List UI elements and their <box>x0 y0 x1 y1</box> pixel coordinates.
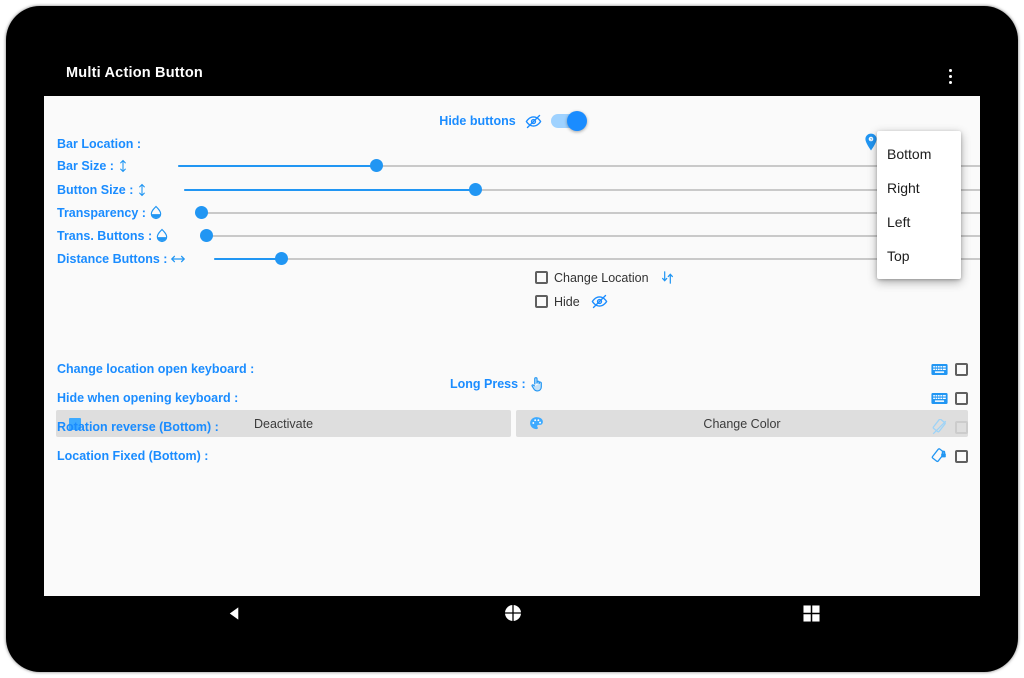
location-pin-icon: ? <box>864 133 878 151</box>
change-location-label: Change Location <box>554 270 649 285</box>
bar-size-slider-thumb[interactable] <box>370 159 383 172</box>
hide-checkbox[interactable] <box>535 295 548 308</box>
screen-lock-rotation-icon <box>931 447 948 465</box>
dropdown-option-bottom[interactable]: Bottom <box>877 137 961 171</box>
more-vert-icon[interactable] <box>940 63 960 89</box>
bar-location-label: Bar Location : <box>57 136 142 151</box>
height-icon <box>117 159 129 173</box>
long-press-change-location-row[interactable]: Change Location <box>535 270 675 285</box>
row-trans-buttons: Trans. Buttons : <box>44 224 980 247</box>
keyboard-icon <box>931 392 948 405</box>
hide-buttons-toggle[interactable] <box>550 111 587 131</box>
height-icon <box>136 183 148 197</box>
button-size-slider-fill <box>184 188 477 191</box>
change-location-keyboard-checkbox[interactable] <box>955 362 968 376</box>
app-bar: Multi Action Button <box>44 56 980 96</box>
opacity-icon <box>155 228 169 243</box>
distance-buttons-label: Distance Buttons : <box>57 251 168 266</box>
button-size-slider-thumb[interactable] <box>469 183 482 196</box>
rotation-reverse-checkbox <box>955 420 968 434</box>
row-bar-size: Bar Size : <box>44 154 980 177</box>
trans-buttons-slider-track[interactable] <box>201 234 980 237</box>
hide-label: Hide <box>554 294 580 309</box>
opacity-icon <box>149 205 163 220</box>
svg-text:?: ? <box>870 137 873 142</box>
distance-buttons-slider-thumb[interactable] <box>275 252 288 265</box>
bar-location-dropdown[interactable]: Bottom Right Left Top <box>877 131 961 279</box>
distance-buttons-slider-fill <box>214 257 281 260</box>
option-row-rotation-reverse: Rotation reverse (Bottom) : <box>44 417 980 437</box>
dropdown-option-left[interactable]: Left <box>877 205 961 239</box>
hide-keyboard-label: Hide when opening keyboard : <box>57 391 239 405</box>
screen-rotation-off-icon <box>931 418 948 436</box>
row-bar-location: Bar Location : <box>44 132 980 155</box>
option-row-hide-keyboard: Hide when opening keyboard : <box>44 388 980 408</box>
eye-off-icon <box>591 293 608 310</box>
trans-buttons-slider-thumb[interactable] <box>200 229 213 242</box>
location-fixed-label: Location Fixed (Bottom) : <box>57 449 209 463</box>
transparency-label: Transparency : <box>57 205 146 220</box>
row-distance-buttons: Distance Buttons : <box>44 247 980 270</box>
distance-buttons-label-wrap: Distance Buttons : <box>57 252 186 266</box>
rotation-reverse-controls <box>931 418 968 436</box>
bar-location-label-wrap: Bar Location : <box>57 137 141 151</box>
transparency-slider-track[interactable] <box>196 211 980 214</box>
transparency-label-wrap: Transparency : <box>57 205 163 220</box>
back-triangle-icon[interactable] <box>214 596 254 630</box>
android-nav-bar <box>44 596 980 630</box>
rotation-reverse-label: Rotation reverse (Bottom) : <box>57 420 219 434</box>
change-location-keyboard-label: Change location open keyboard : <box>57 362 255 376</box>
home-circle-icon[interactable] <box>493 596 533 630</box>
location-fixed-controls <box>931 447 968 465</box>
recents-square-icon[interactable] <box>791 596 831 630</box>
keyboard-icon <box>931 363 948 376</box>
screen-root: Multi Action Button Hide buttons Bar Loc… <box>0 0 1024 678</box>
long-press-hide-row[interactable]: Hide <box>535 293 608 310</box>
arrows-horizontal-icon <box>170 253 186 265</box>
hide-keyboard-controls <box>931 391 968 405</box>
hide-keyboard-checkbox[interactable] <box>955 391 968 405</box>
change-location-keyboard-controls <box>931 362 968 376</box>
bar-size-label: Bar Size : <box>57 158 114 173</box>
bar-size-slider-fill <box>178 164 373 167</box>
change-location-checkbox[interactable] <box>535 271 548 284</box>
button-size-label-wrap: Button Size : <box>57 183 148 197</box>
distance-buttons-slider-track[interactable] <box>214 257 980 260</box>
location-fixed-checkbox[interactable] <box>955 449 968 463</box>
row-transparency: Transparency : <box>44 201 980 224</box>
row-button-size: Button Size : <box>44 178 980 201</box>
bar-size-label-wrap: Bar Size : <box>57 159 129 173</box>
trans-buttons-label-wrap: Trans. Buttons : <box>57 228 169 243</box>
settings-content: Hide buttons Bar Location : Bar Size : B… <box>44 96 980 596</box>
button-size-label: Button Size : <box>57 182 134 197</box>
arrows-vertical-icon <box>660 270 675 285</box>
dropdown-option-top[interactable]: Top <box>877 239 961 273</box>
option-row-location-fixed: Location Fixed (Bottom) : <box>44 446 980 466</box>
option-row-change-location-keyboard: Change location open keyboard : <box>44 359 980 379</box>
transparency-slider-thumb[interactable] <box>195 206 208 219</box>
dropdown-option-right[interactable]: Right <box>877 171 961 205</box>
hide-buttons-label: Hide buttons <box>439 114 516 128</box>
trans-buttons-label: Trans. Buttons : <box>57 228 153 243</box>
eye-off-icon <box>525 113 542 130</box>
page-title: Multi Action Button <box>66 65 203 81</box>
